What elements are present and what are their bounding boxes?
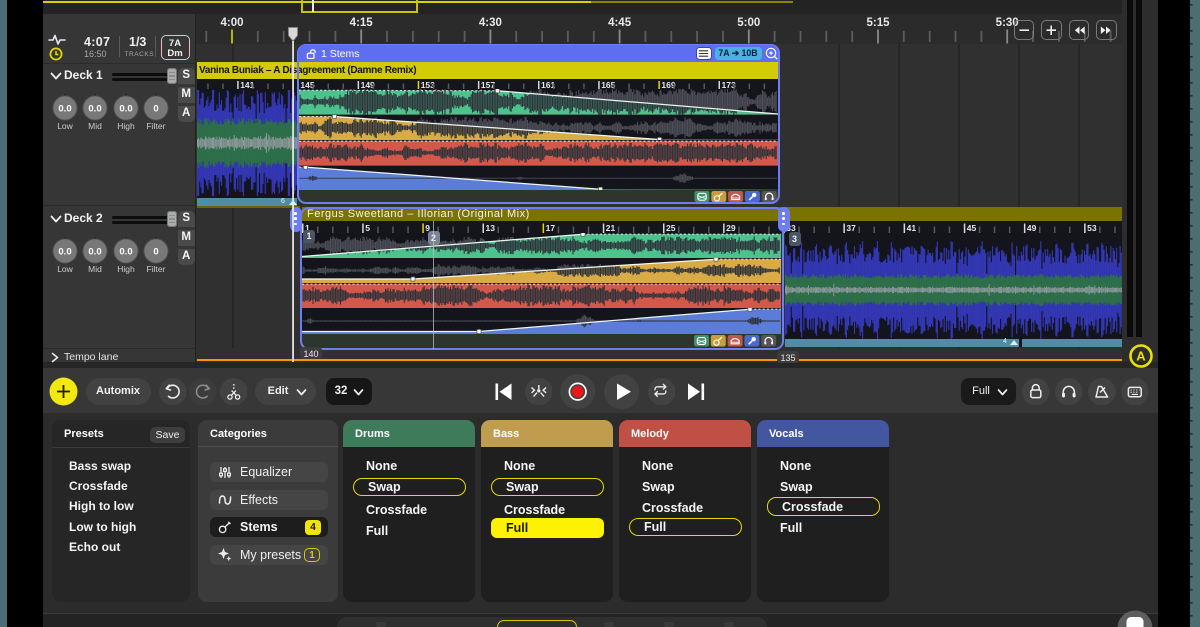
svg-text:17: 17 <box>546 223 556 233</box>
svg-text:45: 45 <box>967 223 977 233</box>
svg-text:Low: Low <box>57 121 73 131</box>
svg-text:5:00: 5:00 <box>737 17 760 29</box>
svg-text:0.0: 0.0 <box>58 246 71 257</box>
svg-text:0: 0 <box>153 246 158 257</box>
svg-text:High: High <box>117 121 135 131</box>
svg-text:0.0: 0.0 <box>88 103 101 114</box>
svg-text:5: 5 <box>365 223 370 233</box>
svg-text:Mid: Mid <box>88 264 102 274</box>
svg-text:Filter: Filter <box>147 121 166 131</box>
svg-text:4:15: 4:15 <box>350 17 374 29</box>
svg-text:A: A <box>1136 349 1146 364</box>
svg-text:Mid: Mid <box>88 121 102 131</box>
svg-text:0.0: 0.0 <box>119 103 132 114</box>
svg-text:21: 21 <box>606 223 616 233</box>
svg-text:41: 41 <box>907 223 917 233</box>
svg-text:29: 29 <box>726 223 736 233</box>
svg-text:37: 37 <box>846 223 856 233</box>
svg-text:4:45: 4:45 <box>608 17 632 29</box>
svg-text:4:00: 4:00 <box>220 17 243 29</box>
svg-text:0.0: 0.0 <box>58 103 71 114</box>
svg-text:Low: Low <box>57 264 73 274</box>
svg-text:13: 13 <box>486 223 496 233</box>
svg-text:4:30: 4:30 <box>479 17 502 29</box>
svg-text:53: 53 <box>1087 223 1097 233</box>
svg-text:Filter: Filter <box>147 264 166 274</box>
svg-text:25: 25 <box>666 223 676 233</box>
svg-text:5:15: 5:15 <box>866 17 890 29</box>
svg-text:0.0: 0.0 <box>88 246 101 257</box>
svg-text:High: High <box>117 264 135 274</box>
svg-text:49: 49 <box>1027 223 1037 233</box>
svg-text:0.0: 0.0 <box>119 246 132 257</box>
svg-text:0: 0 <box>153 103 158 114</box>
